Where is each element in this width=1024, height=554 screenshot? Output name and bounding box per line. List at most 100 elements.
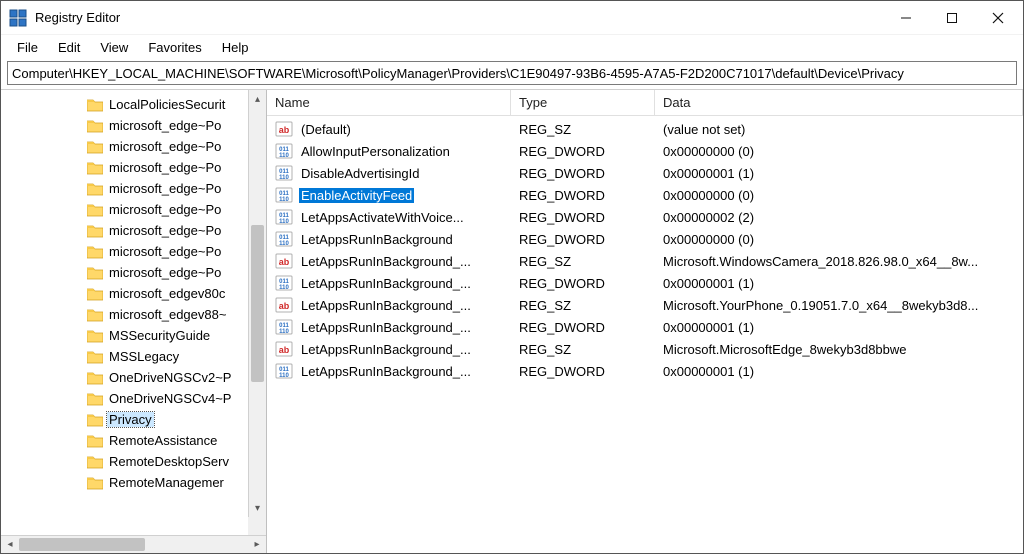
menu-favorites[interactable]: Favorites [138, 38, 211, 57]
dword-value-icon: 011110 [275, 318, 293, 336]
tree-item[interactable]: microsoft_edge~Po [1, 262, 248, 283]
tree-item[interactable]: OneDriveNGSCv2~P [1, 367, 248, 388]
tree-item[interactable]: microsoft_edgev88~ [1, 304, 248, 325]
address-bar[interactable]: Computer\HKEY_LOCAL_MACHINE\SOFTWARE\Mic… [7, 61, 1017, 85]
tree-vertical-scrollbar[interactable]: ▴ ▾ [248, 90, 266, 517]
list-header: Name Type Data [267, 90, 1023, 116]
tree-item[interactable]: microsoft_edgev80c [1, 283, 248, 304]
string-value-icon: ab [275, 252, 293, 270]
string-value-icon: ab [275, 340, 293, 358]
folder-icon [87, 224, 107, 238]
value-data: 0x00000002 (2) [655, 210, 1023, 225]
menu-edit[interactable]: Edit [48, 38, 90, 57]
tree-item-label: Privacy [107, 412, 154, 427]
svg-text:110: 110 [279, 373, 289, 379]
tree-item[interactable]: microsoft_edge~Po [1, 241, 248, 262]
tree-item[interactable]: microsoft_edge~Po [1, 220, 248, 241]
value-row[interactable]: 011110AllowInputPersonalizationREG_DWORD… [267, 140, 1023, 162]
value-row[interactable]: abLetAppsRunInBackground_...REG_SZMicros… [267, 294, 1023, 316]
scroll-down-icon[interactable]: ▾ [249, 499, 266, 517]
value-type: REG_SZ [511, 254, 655, 269]
value-row[interactable]: 011110LetAppsActivateWithVoice...REG_DWO… [267, 206, 1023, 228]
value-data: Microsoft.WindowsCamera_2018.826.98.0_x6… [655, 254, 1023, 269]
value-row[interactable]: 011110LetAppsRunInBackground_...REG_DWOR… [267, 272, 1023, 294]
value-row[interactable]: 011110LetAppsRunInBackground_...REG_DWOR… [267, 316, 1023, 338]
tree-item[interactable]: RemoteDesktopServ [1, 451, 248, 472]
window-controls [883, 3, 1021, 33]
tree-item[interactable]: microsoft_edge~Po [1, 136, 248, 157]
value-type: REG_SZ [511, 298, 655, 313]
folder-icon [87, 371, 107, 385]
value-data: Microsoft.YourPhone_0.19051.7.0_x64__8we… [655, 298, 1023, 313]
tree-item[interactable]: MSSecurityGuide [1, 325, 248, 346]
value-row[interactable]: 011110EnableActivityFeedREG_DWORD0x00000… [267, 184, 1023, 206]
tree-item-label: microsoft_edge~Po [107, 223, 223, 238]
value-data: 0x00000001 (1) [655, 276, 1023, 291]
minimize-button[interactable] [883, 3, 929, 33]
tree-item[interactable]: microsoft_edge~Po [1, 115, 248, 136]
folder-icon [87, 119, 107, 133]
value-data: (value not set) [655, 122, 1023, 137]
folder-icon [87, 287, 107, 301]
value-type: REG_DWORD [511, 188, 655, 203]
svg-text:110: 110 [279, 329, 289, 335]
values-list[interactable]: ab(Default)REG_SZ(value not set)011110Al… [267, 116, 1023, 553]
tree-item-label: microsoft_edge~Po [107, 244, 223, 259]
svg-text:110: 110 [279, 241, 289, 247]
column-header-data[interactable]: Data [655, 90, 1023, 115]
value-row[interactable]: abLetAppsRunInBackground_...REG_SZMicros… [267, 338, 1023, 360]
value-row[interactable]: 011110LetAppsRunInBackground_...REG_DWOR… [267, 360, 1023, 382]
folder-icon [87, 266, 107, 280]
tree-item[interactable]: MSSLegacy [1, 346, 248, 367]
tree-horizontal-scrollbar[interactable]: ◂ ▸ [1, 535, 266, 553]
folder-icon [87, 329, 107, 343]
folder-icon [87, 308, 107, 322]
svg-text:110: 110 [279, 153, 289, 159]
value-type: REG_SZ [511, 122, 655, 137]
folder-icon [87, 476, 107, 490]
close-button[interactable] [975, 3, 1021, 33]
dword-value-icon: 011110 [275, 208, 293, 226]
value-row[interactable]: 011110DisableAdvertisingIdREG_DWORD0x000… [267, 162, 1023, 184]
value-name: (Default) [299, 122, 353, 137]
menu-view[interactable]: View [90, 38, 138, 57]
tree-item[interactable]: Privacy [1, 409, 248, 430]
value-name: LetAppsRunInBackground_... [299, 364, 473, 379]
svg-text:110: 110 [279, 219, 289, 225]
tree-item[interactable]: OneDriveNGSCv4~P [1, 388, 248, 409]
tree-item[interactable]: RemoteAssistance [1, 430, 248, 451]
tree-item[interactable]: microsoft_edge~Po [1, 199, 248, 220]
tree-item-label: MSSLegacy [107, 349, 181, 364]
value-name: DisableAdvertisingId [299, 166, 422, 181]
column-header-name[interactable]: Name [267, 90, 511, 115]
value-type: REG_DWORD [511, 166, 655, 181]
value-data: 0x00000001 (1) [655, 166, 1023, 181]
folder-icon [87, 161, 107, 175]
svg-text:110: 110 [279, 285, 289, 291]
menu-file[interactable]: File [7, 38, 48, 57]
tree-item[interactable]: microsoft_edge~Po [1, 157, 248, 178]
menu-help[interactable]: Help [212, 38, 259, 57]
scroll-right-icon[interactable]: ▸ [248, 536, 266, 553]
value-row[interactable]: ab(Default)REG_SZ(value not set) [267, 118, 1023, 140]
tree-view[interactable]: LocalPoliciesSecuritmicrosoft_edge~Pomic… [1, 90, 266, 535]
folder-icon [87, 413, 107, 427]
tree-item-label: LocalPoliciesSecurit [107, 97, 227, 112]
tree-item[interactable]: microsoft_edge~Po [1, 178, 248, 199]
maximize-button[interactable] [929, 3, 975, 33]
value-row[interactable]: abLetAppsRunInBackground_...REG_SZMicros… [267, 250, 1023, 272]
scroll-left-icon[interactable]: ◂ [1, 536, 19, 553]
tree-item[interactable]: LocalPoliciesSecurit [1, 94, 248, 115]
value-type: REG_DWORD [511, 320, 655, 335]
tree-item-label: RemoteDesktopServ [107, 454, 231, 469]
tree-item[interactable]: RemoteManagemer [1, 472, 248, 493]
scroll-up-icon[interactable]: ▴ [249, 90, 266, 108]
folder-icon [87, 203, 107, 217]
value-row[interactable]: 011110LetAppsRunInBackgroundREG_DWORD0x0… [267, 228, 1023, 250]
column-header-type[interactable]: Type [511, 90, 655, 115]
value-type: REG_DWORD [511, 276, 655, 291]
folder-icon [87, 350, 107, 364]
menubar: File Edit View Favorites Help [1, 35, 1023, 59]
svg-text:110: 110 [279, 175, 289, 181]
svg-text:ab: ab [279, 345, 290, 355]
